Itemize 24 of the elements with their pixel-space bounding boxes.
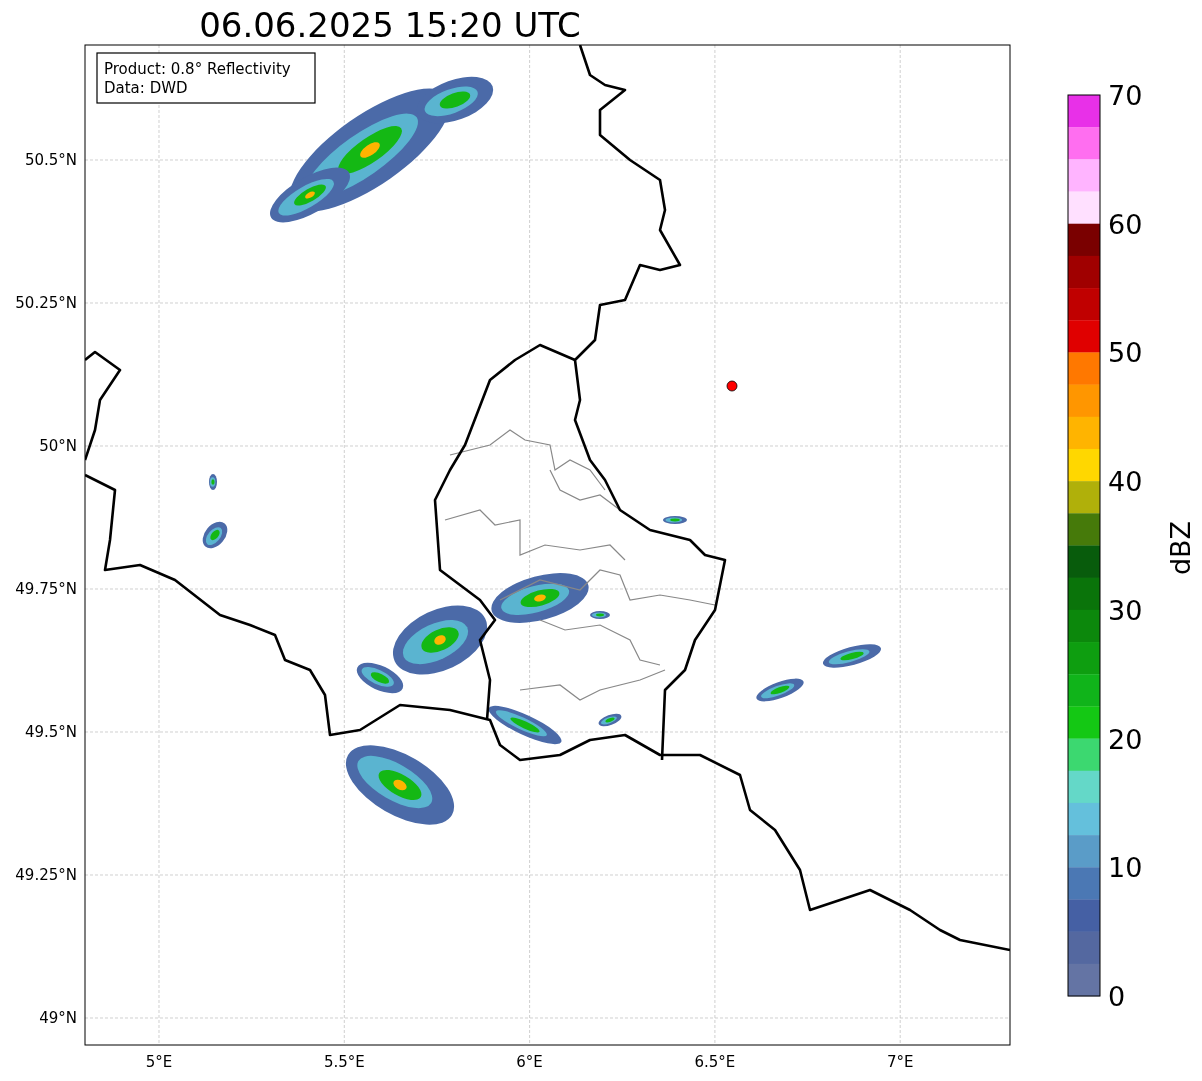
colorbar-tick-label: 30: [1108, 594, 1143, 626]
colorbar-label: dBZ: [1165, 520, 1196, 576]
longitude-label: 6°E: [516, 1053, 543, 1071]
latitude-label: 50.25°N: [15, 294, 77, 312]
colorbar-tick-label: 50: [1108, 337, 1143, 369]
latitude-label: 49°N: [39, 1009, 77, 1027]
colorbar-tick-label: 0: [1108, 981, 1126, 1012]
colorbar-tick-label: 20: [1108, 723, 1143, 755]
info-text: Data: DWD: [104, 79, 188, 97]
colorbar-tick-label: 70: [1108, 80, 1143, 111]
colorbar-tick-label: 40: [1108, 466, 1143, 498]
info-text: Product: 0.8° Reflectivity: [104, 60, 291, 78]
longitude-label: 5.5°E: [323, 1053, 365, 1071]
longitude-label: 7°E: [886, 1053, 914, 1071]
chart-title: 06.06.2025 15:20 UTC: [199, 5, 581, 45]
latitude-label: 49.5°N: [24, 723, 77, 741]
latitude-label: 50.5°N: [24, 151, 77, 169]
colorbar-tick-label: 60: [1108, 208, 1143, 240]
latitude-label: 50°N: [39, 437, 77, 455]
colorbar-tick-label: 10: [1108, 852, 1143, 884]
latitude-label: 49.75°N: [15, 580, 77, 598]
longitude-label: 6.5°E: [694, 1053, 736, 1071]
latitude-label: 49.25°N: [15, 866, 77, 884]
longitude-label: 5°E: [145, 1053, 173, 1071]
